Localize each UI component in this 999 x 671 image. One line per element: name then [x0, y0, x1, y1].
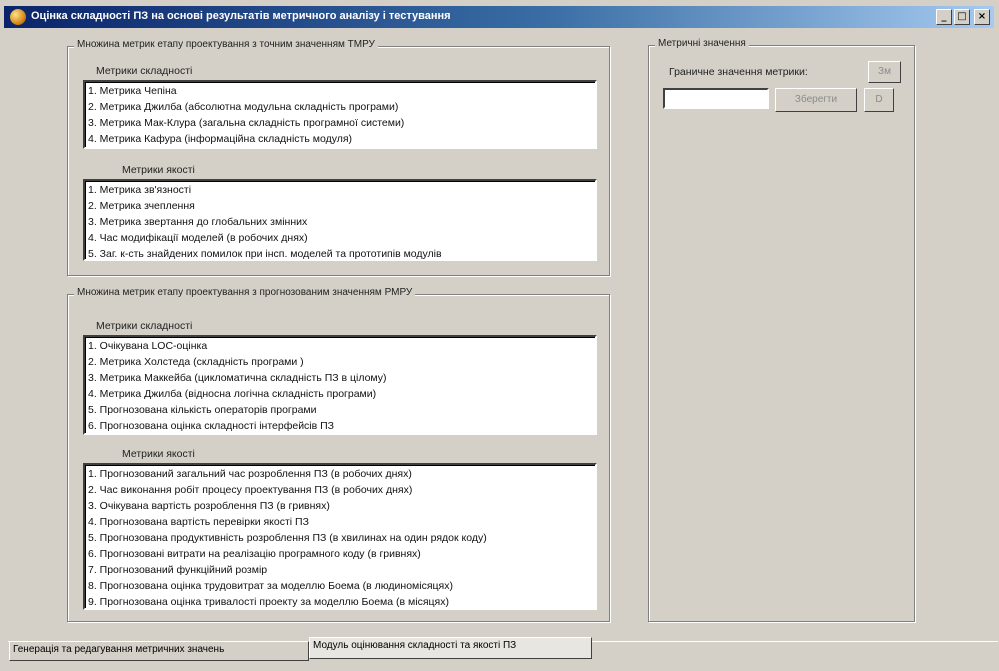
list-item[interactable]: 6. Прогнозована оцінка складності інтерф…: [88, 418, 592, 433]
group-exact-metrics-legend: Множина метрик етапу проектування з точн…: [74, 39, 378, 50]
list-item[interactable]: 5. Прогнозована кількість операторів про…: [88, 402, 592, 418]
quality-metrics-label-1: Метрики якості: [122, 164, 195, 176]
metric-value-input[interactable]: [663, 88, 769, 109]
window-controls: _ □ ×: [934, 9, 990, 25]
complexity-metrics-label-2: Метрики складності: [96, 320, 193, 332]
group-metric-values: Метричні значення: [648, 38, 915, 622]
list-item[interactable]: 2. Метрика Холстеда (складність програми…: [88, 354, 592, 370]
complexity-metrics-list-2[interactable]: 1. Очікувана LOC-оцінка 2. Метрика Холст…: [83, 335, 597, 435]
app-icon: [10, 9, 26, 25]
list-item[interactable]: 5. Прогнозована продуктивність розроблен…: [88, 530, 592, 546]
list-item[interactable]: 1. Очікувана LOC-оцінка: [88, 338, 592, 354]
quality-metrics-label-2: Метрики якості: [122, 448, 195, 460]
list-item[interactable]: 3. Метрика Маккейба (цикломатична складн…: [88, 370, 592, 386]
main-window: Оцінка складності ПЗ на основі результат…: [0, 0, 999, 671]
group-metric-values-legend: Метричні значення: [655, 38, 749, 49]
save-button[interactable]: Зберегти: [775, 88, 857, 112]
list-item[interactable]: 1. Метрика зв'язності: [88, 182, 592, 198]
complexity-metrics-label-1: Метрики складності: [96, 65, 193, 77]
minimize-button[interactable]: _: [936, 9, 952, 25]
list-item[interactable]: 3. Очікувана вартість розроблення ПЗ (в …: [88, 498, 592, 514]
list-item[interactable]: 6. Прогнозовані витрати на реалізацію пр…: [88, 546, 592, 562]
list-item[interactable]: 7. Прогнозований функційний розмір: [88, 562, 592, 578]
list-item[interactable]: 3. Метрика звертання до глобальних змінн…: [88, 214, 592, 230]
list-item[interactable]: 2. Метрика зчеплення: [88, 198, 592, 214]
list-item[interactable]: 5. Заг. к-сть знайдених помилок при інсп…: [88, 246, 592, 259]
complexity-metrics-list-1[interactable]: 1. Метрика Чепіна 2. Метрика Джилба (абс…: [83, 80, 597, 149]
change-button[interactable]: Зм: [868, 61, 901, 83]
list-item[interactable]: 4. Метрика Джилба (відносна логічна скла…: [88, 386, 592, 402]
list-item[interactable]: 1. Прогнозований загальний час розроблен…: [88, 466, 592, 482]
tab-evaluation-module[interactable]: Модуль оцінювання складності та якості П…: [309, 637, 592, 659]
title-bar[interactable]: Оцінка складності ПЗ на основі результат…: [4, 6, 994, 28]
quality-metrics-list-1[interactable]: 1. Метрика зв'язності 2. Метрика зчеплен…: [83, 179, 597, 261]
list-item[interactable]: 3. Метрика Мак-Клура (загальна складніст…: [88, 115, 592, 131]
tab-generate-edit[interactable]: Генерація та редагування метричних значе…: [9, 641, 309, 661]
list-item[interactable]: 1. Метрика Чепіна: [88, 83, 592, 99]
window-title: Оцінка складності ПЗ на основі результат…: [31, 10, 451, 22]
boundary-value-label: Граничне значення метрики:: [669, 66, 808, 78]
group-predicted-metrics-legend: Множина метрик етапу проектування з прог…: [74, 287, 416, 298]
list-item[interactable]: 8. Прогнозована оцінка трудовитрат за мо…: [88, 578, 592, 594]
close-button[interactable]: ×: [974, 9, 990, 25]
list-item[interactable]: 4. Метрика Кафура (інформаційна складніс…: [88, 131, 592, 147]
maximize-button[interactable]: □: [954, 9, 970, 25]
list-item[interactable]: 9. Прогнозована оцінка тривалості проект…: [88, 594, 592, 608]
quality-metrics-list-2[interactable]: 1. Прогнозований загальний час розроблен…: [83, 463, 597, 610]
arrow-button[interactable]: D: [864, 88, 894, 112]
list-item[interactable]: 2. Метрика Джилба (абсолютна модульна ск…: [88, 99, 592, 115]
list-item[interactable]: 2. Час виконання робіт процесу проектува…: [88, 482, 592, 498]
list-item[interactable]: 4. Час модифікації моделей (в робочих дн…: [88, 230, 592, 246]
list-item[interactable]: 4. Прогнозована вартість перевірки якост…: [88, 514, 592, 530]
